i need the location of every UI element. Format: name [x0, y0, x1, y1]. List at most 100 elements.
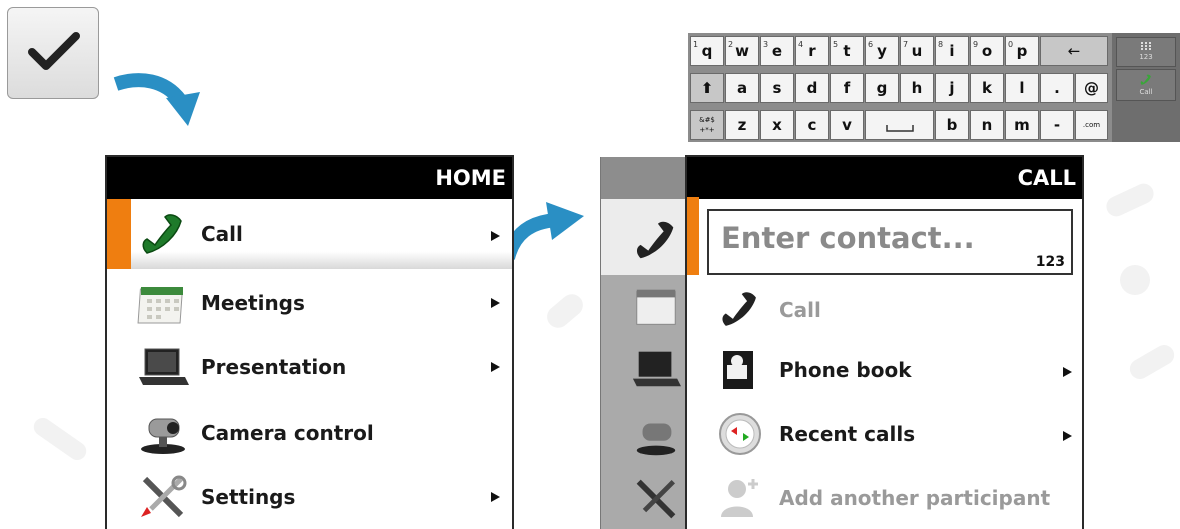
key-e[interactable]: 3e: [760, 36, 794, 66]
background-dash: [542, 289, 588, 333]
key-v[interactable]: v: [830, 110, 864, 140]
add-participant-icon: [721, 479, 758, 517]
tools-icon[interactable]: [631, 477, 681, 521]
selection-indicator: [107, 199, 131, 269]
key-c[interactable]: c: [795, 110, 829, 140]
menu-item-label: Camera control: [201, 421, 374, 445]
camera-icon[interactable]: [631, 413, 681, 457]
shift-key[interactable]: ⬆: [690, 73, 724, 103]
call-item-label: Call: [779, 298, 821, 322]
phone-icon: [722, 292, 756, 326]
key-p[interactable]: 0p: [1005, 36, 1039, 66]
home-menu-panel: HOME Call Meetings Presentation Camera c…: [105, 155, 514, 529]
key-h[interactable]: h: [900, 73, 934, 103]
background-dash: [1126, 341, 1178, 383]
menu-item-label: Presentation: [201, 355, 347, 379]
confirm-check-button[interactable]: [7, 7, 99, 99]
key-j[interactable]: j: [935, 73, 969, 103]
key-b[interactable]: b: [935, 110, 969, 140]
background-dash: [1103, 180, 1157, 220]
key-x[interactable]: x: [760, 110, 794, 140]
key-r[interactable]: 4r: [795, 36, 829, 66]
key-a[interactable]: a: [725, 73, 759, 103]
home-header: HOME: [107, 157, 512, 199]
backspace-key[interactable]: ←: [1040, 36, 1108, 66]
calendar-icon: [137, 287, 183, 324]
curved-arrow-icon: [113, 73, 200, 126]
phone-icon: [142, 214, 182, 254]
space-key[interactable]: [865, 110, 934, 140]
phone-icon: [1140, 74, 1151, 85]
call-item-label: Recent calls: [779, 422, 916, 446]
dotcom-key[interactable]: .com: [1075, 110, 1108, 140]
laptop-icon: [139, 348, 189, 385]
menu-item-label: Settings: [201, 485, 296, 509]
call-item-phone-book[interactable]: Phone book: [687, 339, 1082, 401]
key-m[interactable]: m: [1005, 110, 1039, 140]
key-s[interactable]: s: [760, 73, 794, 103]
submenu-arrow-icon: [1063, 367, 1072, 377]
submenu-arrow-icon: [491, 492, 500, 502]
phone-icon[interactable]: [631, 219, 681, 263]
contact-input[interactable]: [719, 217, 1023, 259]
laptop-icon[interactable]: [631, 347, 681, 391]
menu-item-label: Call: [201, 222, 243, 246]
key-n[interactable]: n: [970, 110, 1004, 140]
background-dash: [30, 414, 90, 464]
checkmark-icon: [28, 32, 80, 70]
phonebook-icon: [723, 351, 753, 389]
submenu-arrow-icon: [491, 298, 500, 308]
submenu-arrow-icon: [491, 231, 500, 241]
home-item-settings[interactable]: Settings: [107, 465, 512, 529]
keyboard-call-button[interactable]: Call: [1116, 69, 1176, 101]
numbers-toggle-label: 123: [1139, 53, 1153, 61]
selection-indicator: [687, 197, 699, 275]
key-at[interactable]: @: [1075, 73, 1108, 103]
keypad-icon: [1141, 42, 1151, 50]
key-u[interactable]: 7u: [900, 36, 934, 66]
strip-header: [601, 157, 689, 199]
home-item-call[interactable]: Call: [107, 199, 512, 269]
call-header: CALL: [687, 157, 1082, 199]
key-d[interactable]: d: [795, 73, 829, 103]
recent-calls-icon: [719, 413, 761, 455]
key-dash[interactable]: -: [1040, 110, 1074, 140]
camera-icon: [141, 418, 185, 454]
keyboard-side-panel: 123 Call: [1112, 33, 1180, 142]
contact-input-box[interactable]: 123: [707, 209, 1073, 275]
keyboard-call-label: Call: [1139, 88, 1153, 96]
background-dash: [1120, 265, 1150, 295]
numbers-toggle-button[interactable]: 123: [1116, 37, 1176, 67]
calendar-icon[interactable]: [631, 285, 681, 329]
space-bar-icon: [885, 125, 914, 132]
key-g[interactable]: g: [865, 73, 899, 103]
key-k[interactable]: k: [970, 73, 1004, 103]
submenu-arrow-icon: [491, 362, 500, 372]
home-item-camera-control[interactable]: Camera control: [107, 401, 512, 465]
key-f[interactable]: f: [830, 73, 864, 103]
key-i[interactable]: 8i: [935, 36, 969, 66]
key-t[interactable]: 5t: [830, 36, 864, 66]
tools-icon: [141, 475, 187, 518]
call-item-label: Phone book: [779, 358, 912, 382]
key-l[interactable]: l: [1005, 73, 1039, 103]
call-item-call[interactable]: Call: [687, 279, 1082, 341]
menu-item-label: Meetings: [201, 291, 305, 315]
key-period[interactable]: .: [1040, 73, 1074, 103]
input-mode-label[interactable]: 123: [1036, 254, 1065, 270]
onscreen-keyboard: 1q 2w 3e 4r 5t 6y 7u 8i 9o 0p ← ⬆ a s d …: [688, 33, 1180, 142]
key-y[interactable]: 6y: [865, 36, 899, 66]
call-item-label: Add another participant: [779, 486, 1051, 510]
call-item-add-participant[interactable]: Add another participant: [687, 467, 1082, 529]
key-q[interactable]: 1q: [690, 36, 724, 66]
call-panel: CALL 123 Call Phone book Recent calls: [685, 155, 1084, 529]
key-o[interactable]: 9o: [970, 36, 1004, 66]
home-item-meetings[interactable]: Meetings: [107, 271, 512, 335]
home-item-presentation[interactable]: Presentation: [107, 335, 512, 399]
key-w[interactable]: 2w: [725, 36, 759, 66]
collapsed-home-strip: [600, 157, 689, 529]
key-z[interactable]: z: [725, 110, 759, 140]
submenu-arrow-icon: [1063, 431, 1072, 441]
call-item-recent-calls[interactable]: Recent calls: [687, 403, 1082, 465]
symbols-key[interactable]: &#$ +*+: [690, 110, 724, 140]
